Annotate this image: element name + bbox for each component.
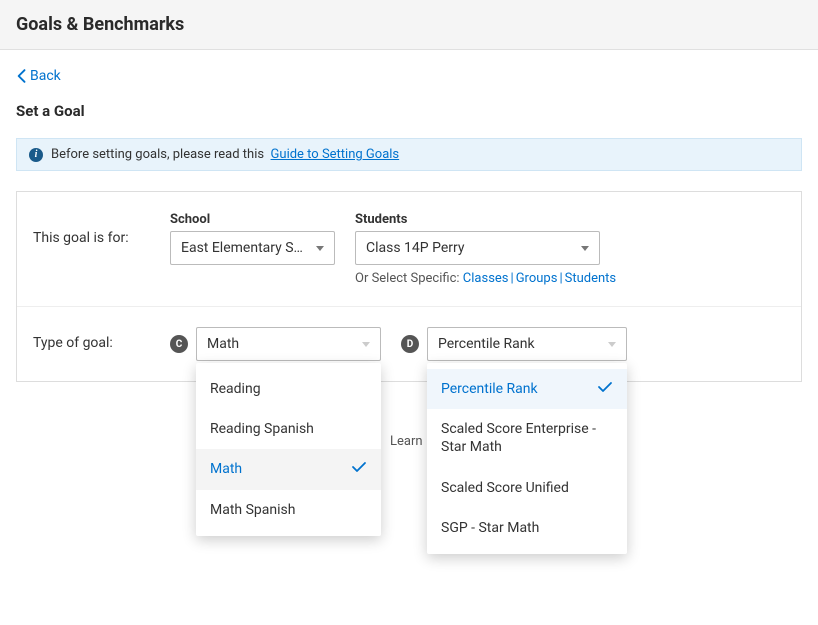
learn-text-fragment: Learn <box>390 434 423 449</box>
groups-link[interactable]: Groups <box>516 271 558 286</box>
caret-down-icon <box>608 342 616 347</box>
school-label: School <box>170 212 335 227</box>
badge-c: C <box>170 335 188 353</box>
subject-option-reading-spanish[interactable]: Reading Spanish <box>196 409 381 449</box>
info-icon: i <box>29 148 43 162</box>
subject-select[interactable]: Math <box>196 327 381 361</box>
subject-dropdown: Reading Reading Spanish Math <box>196 363 381 536</box>
chevron-left-icon <box>16 69 26 83</box>
badge-d: D <box>401 335 419 353</box>
check-icon <box>351 460 367 478</box>
school-select[interactable]: East Elementary Sch… <box>170 231 335 265</box>
metric-option-percentile[interactable]: Percentile Rank <box>427 369 627 409</box>
students-value: Class 14P Perry <box>366 240 465 256</box>
classes-link[interactable]: Classes <box>463 271 509 286</box>
caret-down-icon <box>316 246 324 251</box>
info-text: Before setting goals, please read this <box>51 147 264 162</box>
goal-panel: This goal is for: School East Elementary… <box>16 191 802 382</box>
metric-select[interactable]: Percentile Rank <box>427 327 627 361</box>
info-banner: i Before setting goals, please read this… <box>16 138 802 171</box>
page-header: Goals & Benchmarks <box>0 0 818 50</box>
metric-option-sgp[interactable]: SGP - Star Math <box>427 508 627 548</box>
students-select[interactable]: Class 14P Perry <box>355 231 600 265</box>
goal-type-row: Learn Type of goal: C Math Reading <box>17 307 801 381</box>
metric-column: D Percentile Rank Percentile Rank <box>401 327 627 361</box>
content-area: Back Set a Goal i Before setting goals, … <box>0 50 818 400</box>
caret-down-icon <box>581 246 589 251</box>
back-label: Back <box>30 68 61 84</box>
goal-type-label: Type of goal: <box>25 327 170 351</box>
goal-for-row: This goal is for: School East Elementary… <box>17 192 801 307</box>
metric-value: Percentile Rank <box>438 336 535 352</box>
metric-option-scaled-enterprise[interactable]: Scaled Score Enterprise - Star Math <box>427 409 627 467</box>
students-link[interactable]: Students <box>565 271 617 286</box>
subject-column: C Math Reading Reading Spanish <box>170 327 381 361</box>
metric-dropdown: Percentile Rank Scaled Score Enterprise … <box>427 363 627 554</box>
subject-option-math[interactable]: Math <box>196 449 381 489</box>
students-field: Students Class 14P Perry Or Select Speci… <box>355 212 616 286</box>
select-specific-links: Or Select Specific: Classes|Groups|Stude… <box>355 271 616 286</box>
students-label: Students <box>355 212 616 227</box>
caret-down-icon <box>362 342 370 347</box>
check-icon <box>597 380 613 398</box>
section-title: Set a Goal <box>16 102 802 120</box>
subject-value: Math <box>207 336 239 352</box>
subject-option-reading[interactable]: Reading <box>196 369 381 409</box>
back-link[interactable]: Back <box>16 68 61 84</box>
goal-for-label: This goal is for: <box>25 212 170 246</box>
metric-option-scaled-unified[interactable]: Scaled Score Unified <box>427 468 627 508</box>
school-field: School East Elementary Sch… <box>170 212 335 265</box>
page-title: Goals & Benchmarks <box>16 14 802 35</box>
school-value: East Elementary Sch… <box>181 240 308 256</box>
select-specific-prefix: Or Select Specific: <box>355 271 460 286</box>
guide-link[interactable]: Guide to Setting Goals <box>271 147 400 162</box>
subject-option-math-spanish[interactable]: Math Spanish <box>196 490 381 530</box>
